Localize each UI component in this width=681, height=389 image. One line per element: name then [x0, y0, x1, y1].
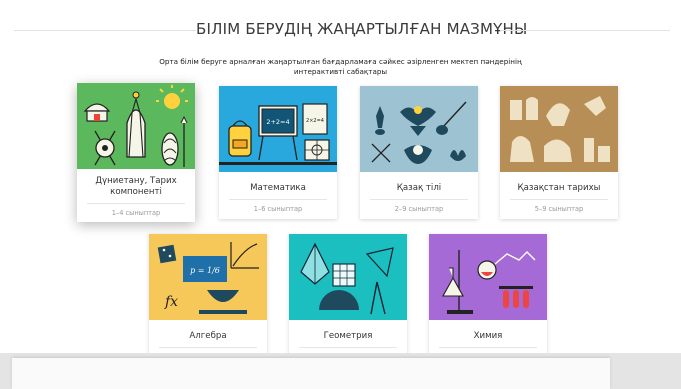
svg-text:fx: fx: [164, 294, 178, 310]
subtitle-line-1: Орта білім беруге арналған жаңартылған б…: [159, 57, 522, 66]
subject-card-mathematics[interactable]: 2+2=4 2×2=4 Математика 1–6 сыныптар: [219, 86, 337, 219]
petroglyph-icon: [500, 86, 618, 172]
subject-card-kazakhstan-history[interactable]: Қазақстан тарихы 5–9 сыныптар: [500, 86, 618, 219]
subtitle-line-2: интерактивті сабақтары: [293, 67, 388, 76]
subject-grades: 1–4 сыныптар: [111, 209, 161, 217]
subject-thumbnail: [289, 234, 407, 320]
subject-name: Алгебра: [189, 331, 227, 341]
subject-thumbnail: [360, 86, 478, 172]
dice-formula-icon: p = 1/6 fx: [149, 234, 267, 320]
subject-name: Геометрия: [323, 331, 373, 341]
subject-card-chemistry[interactable]: Химия 7–11 сыныптар: [429, 234, 547, 366]
subject-name: Қазақ тілі: [396, 183, 442, 193]
subject-name: Химия: [473, 331, 503, 341]
subject-thumbnail: [429, 234, 547, 320]
yurt-shield-icon: [77, 83, 195, 169]
subject-thumbnail: 2+2=4 2×2=4: [219, 86, 337, 172]
svg-text:2×2=4: 2×2=4: [306, 118, 324, 124]
page-subtitle: Орта білім беруге арналған жаңартылған б…: [150, 57, 531, 77]
svg-text:2+2=4: 2+2=4: [266, 118, 289, 126]
subject-thumbnail: [77, 83, 195, 169]
subject-thumbnail: [500, 86, 618, 172]
subject-card-kazakh-language[interactable]: Қазақ тілі 2–9 сыныптар: [360, 86, 478, 219]
subject-name: Дүниетану, Тарих компоненті: [95, 176, 177, 197]
bottom-panel: [12, 358, 610, 389]
page-title: БІЛІМ БЕРУДІҢ ЖАҢАРТЫЛҒАН МАЗМҰНЫ: [196, 20, 528, 38]
subject-card-duniyetanu[interactable]: Дүниетану, Тарих компоненті 1–4 сыныптар: [77, 83, 195, 222]
title-divider-right: [500, 30, 670, 31]
lab-flask-icon: [429, 234, 547, 320]
subject-grades: 5–9 сыныптар: [534, 205, 584, 213]
school-board-icon: 2+2=4 2×2=4: [219, 86, 337, 172]
geometric-shapes-icon: [289, 234, 407, 320]
svg-text:p = 1/6: p = 1/6: [190, 266, 220, 275]
subject-name: Математика: [250, 183, 306, 193]
subject-thumbnail: p = 1/6 fx: [149, 234, 267, 320]
subject-name: Қазақстан тарихы: [517, 183, 601, 193]
dombra-eagle-icon: [360, 86, 478, 172]
subject-grades: 2–9 сыныптар: [394, 205, 444, 213]
title-divider-left: [14, 30, 196, 31]
subject-card-geometry[interactable]: Геометрия 7–11 сыныптар: [289, 234, 407, 366]
subject-grades: 1–6 сыныптар: [253, 205, 303, 213]
subject-card-algebra[interactable]: p = 1/6 fx Алгебра 7–11 сыныптар: [149, 234, 267, 366]
